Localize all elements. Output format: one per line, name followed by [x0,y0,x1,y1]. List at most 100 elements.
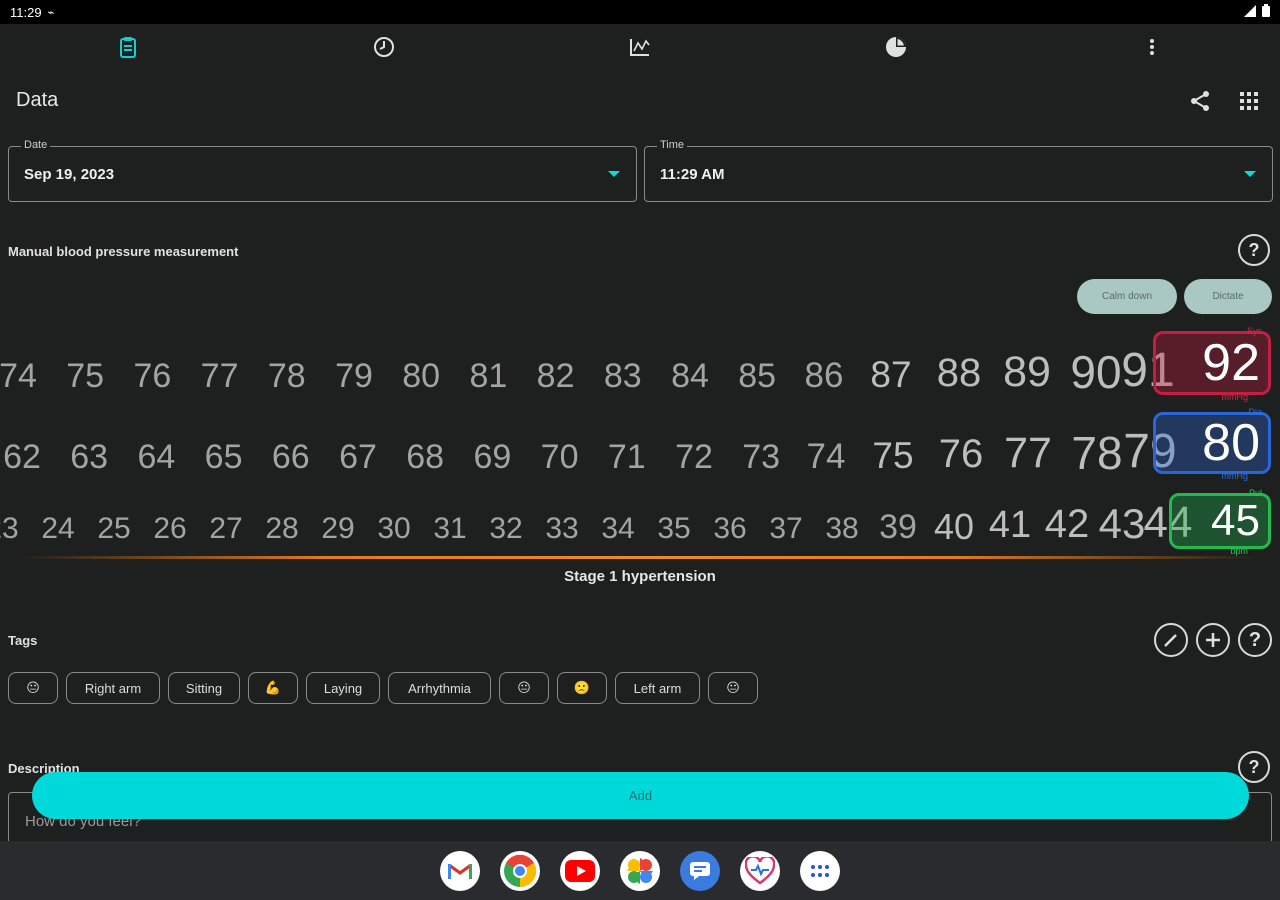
dia-option[interactable]: 69 [473,438,511,477]
photos-app[interactable] [620,850,660,891]
status-bar: 11:29 ⌁ [0,0,1280,24]
pul-option[interactable]: 39 [879,508,917,547]
sys-option[interactable]: 75 [66,357,104,396]
tag-chip[interactable]: Sitting [168,672,240,704]
pul-option[interactable]: 27 [209,512,242,546]
tag-chip[interactable]: Laying [306,672,380,704]
battery-icon [1262,4,1270,20]
diastolic-selected[interactable]: Dia 80 mmHg [1153,407,1271,481]
dia-option[interactable]: 74 [807,437,846,477]
sys-option[interactable]: 84 [671,357,709,396]
sys-option[interactable]: 87 [870,354,911,396]
pulse-value: 45 [1211,496,1260,545]
sys-option[interactable]: 89 [1003,348,1051,397]
systolic-selected[interactable]: Sys 92 mmHg [1153,326,1271,402]
add-button[interactable]: Add [32,772,1249,819]
pul-option[interactable]: 32 [489,512,522,546]
dia-option[interactable]: 72 [675,438,713,477]
messages-app[interactable] [680,850,720,891]
tag-chip[interactable]: 🙁 [557,672,607,704]
dia-option[interactable]: 68 [406,438,444,477]
tags-help-button[interactable]: ? [1238,623,1272,657]
pul-option[interactable]: 29 [321,512,354,546]
sys-option[interactable]: 76 [133,357,171,396]
pul-option[interactable]: 37 [769,512,802,546]
chrome-app[interactable] [500,850,540,891]
dia-option[interactable]: 67 [339,438,377,477]
date-field[interactable]: Date Sep 19, 2023 [8,139,637,202]
tab-statistics[interactable] [768,24,1024,70]
pul-option[interactable]: 41 [989,504,1031,547]
dia-option[interactable]: 70 [541,438,579,477]
dia-option[interactable]: 66 [272,438,310,477]
dia-option[interactable]: 73 [742,438,780,477]
chrome-icon [504,854,537,887]
sys-option[interactable]: 83 [604,357,642,396]
dia-option[interactable]: 62 [3,438,41,477]
tag-chip[interactable]: 😐 [708,672,758,704]
diastolic-picker[interactable]: 62 63 64 65 66 67 68 69 70 71 72 73 74 75 76 77 78 79 [0,424,1280,484]
youtube-app[interactable] [560,850,600,891]
sys-option[interactable]: 80 [402,357,440,396]
pul-option[interactable]: 38 [825,512,858,546]
edit-tags-button[interactable] [1154,623,1188,657]
tag-chip[interactable]: 😐 [8,672,58,704]
sys-option[interactable]: 81 [469,357,507,396]
dia-option[interactable]: 64 [137,438,175,477]
pul-option[interactable]: 23 [0,512,19,546]
gmail-app[interactable] [440,850,480,891]
dia-option[interactable]: 78 [1071,426,1122,480]
tag-chip[interactable]: 😐 [499,672,549,704]
pulse-selected[interactable]: Pul 45 bpm [1169,488,1271,556]
app-drawer[interactable] [800,850,840,891]
pul-option[interactable]: 24 [41,512,74,546]
grid-view-button[interactable] [1236,88,1262,114]
sys-option[interactable]: 90 [1070,345,1121,399]
pul-option[interactable]: 30 [377,512,410,546]
pul-option[interactable]: 42 [1045,502,1090,547]
health-app[interactable] [740,850,780,891]
measurement-help-button[interactable]: ? [1238,234,1270,266]
sys-option[interactable]: 86 [805,356,844,396]
add-tag-button[interactable] [1196,623,1230,657]
pul-option[interactable]: 40 [934,506,974,548]
tab-history[interactable] [256,24,512,70]
pul-option[interactable]: 25 [97,512,130,546]
tag-chip[interactable]: Arrhythmia [388,672,491,704]
tab-data[interactable] [0,24,256,70]
tag-chip[interactable]: Left arm [615,672,700,704]
tag-chip[interactable]: 💪 [248,672,298,704]
pul-option[interactable]: 26 [153,512,186,546]
dia-option[interactable]: 75 [872,435,913,477]
tag-chip[interactable]: Right arm [66,672,160,704]
time-field[interactable]: Time 11:29 AM [644,139,1273,202]
dictate-button[interactable]: Dictate [1184,279,1272,314]
tab-chart[interactable] [512,24,768,70]
pul-option[interactable]: 36 [713,512,746,546]
sys-option[interactable]: 78 [268,357,306,396]
sys-option[interactable]: 77 [201,357,239,396]
sys-option[interactable]: 74 [0,357,37,396]
dia-option[interactable]: 76 [939,432,984,477]
pul-option[interactable]: 34 [601,512,634,546]
systolic-unit: mmHg [1221,392,1249,402]
overflow-menu-button[interactable] [1024,24,1280,70]
sys-option[interactable]: 88 [937,351,982,396]
dia-option[interactable]: 63 [70,438,108,477]
pul-option[interactable]: 31 [433,512,466,546]
dia-option[interactable]: 77 [1004,429,1052,478]
sys-option[interactable]: 85 [738,357,776,396]
sys-option[interactable]: 79 [335,357,373,396]
pul-option[interactable]: 28 [265,512,298,546]
pulse-picker[interactable]: 23 24 25 26 27 28 29 30 31 32 33 34 35 36 37 38 39 40 41 42… [0,502,1280,562]
description-help-button[interactable]: ? [1238,751,1270,783]
dia-option[interactable]: 71 [608,438,646,477]
systolic-picker[interactable]: 74 75 76 77 78 79 80 81 82 83 84 85 86 87 88 89 90 91 [0,344,1280,404]
pul-option[interactable]: 43 [1099,502,1146,548]
dia-option[interactable]: 65 [205,438,243,477]
pul-option[interactable]: 35 [657,512,690,546]
share-button[interactable] [1187,88,1213,114]
calm-down-button[interactable]: Calm down [1077,279,1177,314]
pul-option[interactable]: 33 [545,512,578,546]
sys-option[interactable]: 82 [537,357,575,396]
